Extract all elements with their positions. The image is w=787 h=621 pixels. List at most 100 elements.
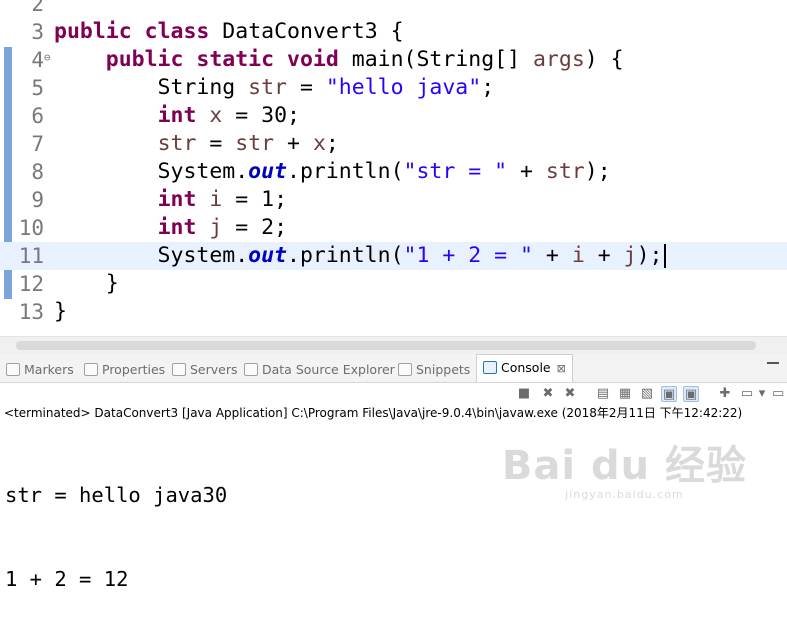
tab-label: Data Source Explorer bbox=[262, 362, 395, 377]
code-token: i bbox=[571, 243, 585, 268]
code-token: ; bbox=[481, 75, 495, 100]
code-line[interactable]: 9 int i = 1; bbox=[0, 186, 787, 214]
code-text: String str = "hello java"; bbox=[54, 74, 495, 102]
code-line[interactable]: 4 ⊖ public static void main(String[] args… bbox=[0, 46, 787, 74]
code-text: } bbox=[54, 270, 119, 298]
code-token: str bbox=[545, 159, 585, 184]
console-toolbar: ■ ✖ ✖ ▤ ▦ ▧ ▣ ▣ ✚ ▭ ▾ ▭ bbox=[0, 383, 787, 405]
code-token: x bbox=[209, 103, 223, 128]
line-number: 9 bbox=[31, 188, 44, 212]
view-tab-bar: Markers Properties Servers Data Source Expl… bbox=[0, 354, 787, 383]
code-token: int bbox=[157, 103, 197, 128]
code-line[interactable]: 13} bbox=[0, 298, 787, 326]
tab-label: Markers bbox=[24, 362, 74, 377]
line-number: 6 bbox=[31, 104, 44, 128]
console-output-line: str = hello java30 bbox=[5, 483, 228, 507]
code-token: = 2; bbox=[222, 215, 288, 240]
tab-servers[interactable]: Servers bbox=[172, 359, 238, 381]
code-line[interactable]: 7 str = str + x; bbox=[0, 130, 787, 158]
minimize-icon[interactable] bbox=[767, 362, 779, 367]
tab-markers[interactable]: Markers bbox=[6, 359, 74, 381]
code-text: public class DataConvert3 { bbox=[54, 18, 404, 46]
code-token: x bbox=[312, 131, 326, 156]
code-token: ); bbox=[636, 243, 663, 268]
tab-console[interactable]: Console ⊠ bbox=[476, 354, 573, 382]
code-token: + bbox=[584, 243, 624, 268]
horizontal-scrollbar[interactable] bbox=[0, 336, 787, 354]
code-line[interactable]: 8 System.out.println("str = " + str); bbox=[0, 158, 787, 186]
line-number: 10 bbox=[18, 216, 44, 240]
clear-console-icon[interactable]: ▤ bbox=[595, 386, 611, 402]
text-caret bbox=[664, 244, 667, 268]
code-token: ) { bbox=[584, 47, 624, 72]
code-token: } bbox=[54, 271, 119, 296]
code-token: ); bbox=[584, 159, 611, 184]
code-line[interactable]: 6 int x = 30; bbox=[0, 102, 787, 130]
fold-collapse-icon[interactable]: ⊖ bbox=[44, 46, 51, 70]
tab-label: Servers bbox=[190, 362, 238, 377]
code-token: out bbox=[248, 159, 288, 184]
console-output[interactable]: str = hello java30 1 + 2 = 12 bbox=[5, 425, 227, 621]
show-on-stdout-icon[interactable]: ▣ bbox=[661, 386, 677, 402]
terminate-icon[interactable]: ■ bbox=[516, 386, 532, 402]
code-line[interactable]: 12 } bbox=[0, 270, 787, 298]
word-wrap-icon[interactable]: ▧ bbox=[639, 386, 655, 402]
code-token: j bbox=[209, 215, 223, 240]
tab-properties[interactable]: Properties bbox=[84, 359, 165, 381]
code-line[interactable]: 10 int j = 2; bbox=[0, 214, 787, 242]
code-token: out bbox=[248, 243, 288, 268]
code-token: i bbox=[209, 187, 223, 212]
code-text: System.out.println("str = " + str); bbox=[54, 158, 611, 186]
code-token: .println( bbox=[287, 159, 404, 184]
remove-launch-icon[interactable]: ✖ bbox=[540, 386, 556, 402]
code-lines[interactable]: 2 3 public class DataConvert3 {4 ⊖ public s… bbox=[0, 0, 787, 326]
line-number: 5 bbox=[31, 76, 44, 100]
pin-console-icon[interactable]: ✚ bbox=[717, 386, 733, 402]
snippets-icon bbox=[398, 363, 412, 376]
code-token: ; bbox=[325, 131, 339, 156]
chevron-down-icon[interactable]: ▾ bbox=[757, 386, 767, 402]
properties-icon bbox=[84, 363, 98, 376]
display-console-icon[interactable]: ▭ bbox=[739, 386, 755, 402]
tab-data-source-explorer[interactable]: Data Source Explorer bbox=[244, 359, 395, 381]
code-token: j bbox=[623, 243, 637, 268]
remove-all-launches-icon[interactable]: ✖ bbox=[562, 386, 578, 402]
data-source-icon bbox=[244, 363, 258, 376]
scroll-lock-icon[interactable]: ▦ bbox=[617, 386, 633, 402]
code-editor[interactable]: 2 3 public class DataConvert3 {4 ⊖ public s… bbox=[0, 0, 787, 336]
code-token: args bbox=[532, 47, 585, 72]
code-token: public bbox=[105, 47, 184, 72]
tab-snippets[interactable]: Snippets bbox=[398, 359, 470, 381]
console-icon bbox=[483, 361, 497, 374]
code-token: "1 + 2 = " bbox=[403, 243, 533, 268]
code-token: class bbox=[144, 19, 210, 44]
line-number: 8 bbox=[31, 160, 44, 184]
code-token: static bbox=[196, 47, 275, 72]
code-token: = 30; bbox=[222, 103, 300, 128]
code-token: + bbox=[507, 159, 546, 184]
code-text: int i = 1; bbox=[54, 186, 287, 214]
code-line-current[interactable]: 11 System.out.println("1 + 2 = " + i + j… bbox=[0, 242, 787, 270]
code-line[interactable]: 2 bbox=[0, 0, 787, 18]
view-menu-icon[interactable]: ▭ bbox=[772, 386, 784, 402]
code-token: int bbox=[157, 215, 197, 240]
code-line[interactable]: 5 String str = "hello java"; bbox=[0, 74, 787, 102]
code-token: + bbox=[532, 243, 572, 268]
tab-label: Properties bbox=[102, 362, 166, 377]
code-token: str bbox=[157, 131, 197, 156]
console-output-line: 1 + 2 = 12 bbox=[5, 567, 129, 591]
code-token: "str = " bbox=[403, 159, 508, 184]
code-token: System. bbox=[54, 159, 249, 184]
show-on-stderr-icon[interactable]: ▣ bbox=[683, 386, 699, 402]
code-token: } bbox=[54, 299, 67, 324]
scrollbar-thumb[interactable] bbox=[16, 341, 756, 350]
code-line[interactable]: 3 public class DataConvert3 { bbox=[0, 18, 787, 46]
close-tab-icon[interactable]: ⊠ bbox=[557, 362, 566, 375]
